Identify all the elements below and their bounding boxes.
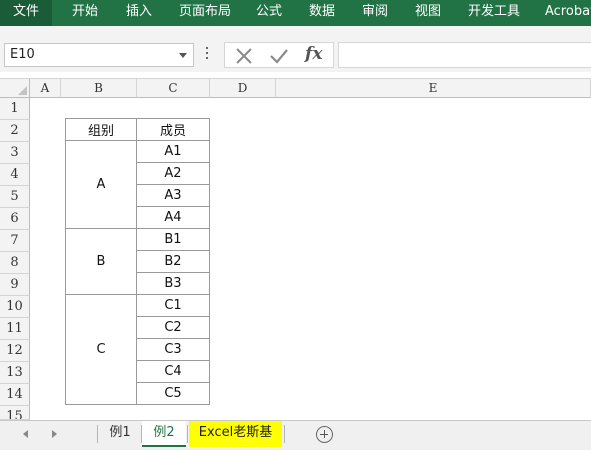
row-header-9[interactable]: 9 bbox=[0, 274, 30, 296]
name-box[interactable]: E10 bbox=[4, 43, 194, 67]
group-cell-c[interactable]: C bbox=[65, 294, 137, 405]
member-cell[interactable]: A2 bbox=[136, 162, 210, 185]
tab-acrobat[interactable]: Acrobat bbox=[545, 0, 591, 26]
more-options-icon[interactable] bbox=[206, 47, 208, 63]
row-header-2[interactable]: 2 bbox=[0, 120, 30, 142]
group-cell-a[interactable]: A bbox=[65, 140, 137, 229]
sheet-tab-2[interactable]: 例2 bbox=[142, 421, 186, 447]
tab-page-layout[interactable]: 页面布局 bbox=[179, 0, 231, 26]
group-cell-b[interactable]: B bbox=[65, 228, 137, 295]
ribbon-tab-bar: 文件 开始 插入 页面布局 公式 数据 审阅 视图 开发工具 Acrobat bbox=[0, 0, 591, 26]
add-sheet-icon[interactable] bbox=[316, 426, 333, 443]
column-header-d[interactable]: D bbox=[210, 79, 276, 98]
enter-check-icon[interactable] bbox=[269, 47, 289, 65]
member-cell[interactable]: C3 bbox=[136, 338, 210, 361]
scroll-left-icon[interactable] bbox=[23, 430, 28, 438]
tab-separator bbox=[97, 425, 98, 443]
name-box-value: E10 bbox=[10, 47, 35, 62]
column-header-e[interactable]: E bbox=[276, 79, 591, 98]
column-header-c[interactable]: C bbox=[137, 79, 210, 98]
scroll-right-icon[interactable] bbox=[52, 430, 57, 438]
sheet-tab-3[interactable]: Excel老斯基 bbox=[189, 421, 282, 447]
row-header-6[interactable]: 6 bbox=[0, 208, 30, 230]
table-header-group[interactable]: 组别 bbox=[65, 118, 137, 141]
tab-insert[interactable]: 插入 bbox=[126, 0, 152, 26]
row-header-8[interactable]: 8 bbox=[0, 252, 30, 274]
row-header-1[interactable]: 1 bbox=[0, 98, 30, 120]
column-header-b[interactable]: B bbox=[61, 79, 137, 98]
member-cell[interactable]: C2 bbox=[136, 316, 210, 339]
member-cell[interactable]: A4 bbox=[136, 206, 210, 229]
insert-function-icon[interactable]: fx bbox=[305, 44, 322, 64]
tab-file[interactable]: 文件 bbox=[0, 0, 52, 26]
member-cell[interactable]: B3 bbox=[136, 272, 210, 295]
member-cell[interactable]: B2 bbox=[136, 250, 210, 273]
row-header-13[interactable]: 13 bbox=[0, 362, 30, 384]
tab-separator bbox=[284, 425, 285, 443]
tab-formulas[interactable]: 公式 bbox=[256, 0, 282, 26]
row-header-4[interactable]: 4 bbox=[0, 164, 30, 186]
row-header-12[interactable]: 12 bbox=[0, 340, 30, 362]
member-cell[interactable]: C4 bbox=[136, 360, 210, 383]
row-header-14[interactable]: 14 bbox=[0, 384, 30, 406]
ribbon-spacer bbox=[0, 26, 591, 40]
formula-input[interactable] bbox=[338, 42, 591, 68]
cancel-icon[interactable] bbox=[235, 47, 253, 65]
member-cell[interactable]: A1 bbox=[136, 140, 210, 163]
formula-actions: fx bbox=[224, 42, 334, 68]
tab-separator bbox=[187, 425, 188, 443]
tab-developer[interactable]: 开发工具 bbox=[468, 0, 520, 26]
sheet-tab-1[interactable]: 例1 bbox=[99, 421, 141, 447]
tab-home[interactable]: 开始 bbox=[72, 0, 98, 26]
tab-view[interactable]: 视图 bbox=[415, 0, 441, 26]
tab-review[interactable]: 审阅 bbox=[362, 0, 388, 26]
row-header-3[interactable]: 3 bbox=[0, 142, 30, 164]
row-header-7[interactable]: 7 bbox=[0, 230, 30, 252]
select-all-corner[interactable] bbox=[0, 79, 30, 98]
tab-data[interactable]: 数据 bbox=[309, 0, 335, 26]
table-header-member[interactable]: 成员 bbox=[136, 118, 210, 141]
row-header-10[interactable]: 10 bbox=[0, 296, 30, 318]
member-cell[interactable]: A3 bbox=[136, 184, 210, 207]
sheet-tab-bar bbox=[0, 420, 591, 450]
member-cell[interactable]: C1 bbox=[136, 294, 210, 317]
row-header-11[interactable]: 11 bbox=[0, 318, 30, 340]
chevron-down-icon[interactable] bbox=[179, 53, 187, 58]
member-cell[interactable]: C5 bbox=[136, 382, 210, 405]
row-header-15[interactable]: 15 bbox=[0, 406, 30, 420]
member-cell[interactable]: B1 bbox=[136, 228, 210, 251]
column-header-a[interactable]: A bbox=[30, 79, 61, 98]
select-all-icon bbox=[18, 86, 27, 95]
row-header-5[interactable]: 5 bbox=[0, 186, 30, 208]
